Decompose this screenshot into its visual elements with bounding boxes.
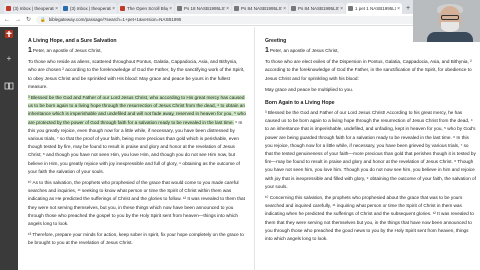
lock-icon: 🔒: [40, 16, 46, 22]
compare-icon[interactable]: [4, 81, 14, 91]
highlighted-verses: ³ Blessed be the God and Father of our L…: [28, 95, 246, 125]
tab-close-icon[interactable]: ×: [55, 6, 58, 12]
reload-icon[interactable]: ↻: [26, 16, 31, 23]
forward-icon[interactable]: →: [15, 17, 21, 23]
browser-tab[interactable]: Ps 18 NASB1995LSV ×: [175, 3, 231, 14]
passage-column-esv: Greeting 1Peter, an apostle of Jesus Chr…: [265, 27, 477, 270]
tab-label: Ps 84 NASB1995LSV: [241, 6, 283, 11]
browser-tab[interactable]: Ps 84 NASB1995LSV ×: [232, 3, 288, 14]
browser-tab[interactable]: (3) Inbox | theoperation×: [4, 3, 60, 14]
tab-favicon-icon: [63, 6, 68, 11]
tab-close-icon[interactable]: ×: [397, 6, 400, 12]
tab-label: Ps 18 NASB1995LSV: [184, 6, 226, 11]
tab-label: (3) Inbox | theoperation: [70, 6, 111, 11]
tab-favicon-icon: [6, 6, 11, 11]
tab-favicon-icon: [348, 6, 353, 11]
browser-tab[interactable]: Ps 84 NASB1995LSV ×: [289, 3, 345, 14]
verse-paragraph: ³ Blessed be the God and Father of our L…: [28, 95, 246, 174]
tab-favicon-icon: [234, 6, 239, 11]
webcam-overlay: [413, 0, 480, 42]
tab-close-icon[interactable]: ×: [169, 6, 172, 12]
column-divider: [254, 27, 255, 270]
tab-close-icon[interactable]: ×: [283, 6, 286, 12]
tab-label: Ps 84 NASB1995LSV: [298, 6, 340, 11]
plus-icon[interactable]: +: [4, 53, 14, 63]
verse-paragraph: To those who reside as aliens, scattered…: [28, 59, 245, 89]
passage-content: A Living Hope, and a Sure Salvation 1Pet…: [18, 27, 480, 270]
bible-sidebar: +: [0, 27, 18, 270]
back-icon[interactable]: ←: [4, 17, 10, 23]
tab-close-icon[interactable]: ×: [112, 6, 115, 12]
tab-close-icon[interactable]: ×: [340, 6, 343, 12]
browser-tab[interactable]: (3) Inbox | theoperation×: [61, 3, 117, 14]
browser-tab[interactable]: The Open Scroll Blog ×: [118, 3, 174, 14]
verse-paragraph: 1Peter, an apostle of Jesus Christ,: [28, 47, 102, 54]
tab-bar: (3) Inbox | theoperation×(3) Inbox | the…: [0, 0, 480, 14]
verse-paragraph: ³ Blessed be the God and Father of our L…: [265, 110, 476, 189]
verse-paragraph: 1Peter, an apostle of Jesus Christ,: [265, 47, 339, 54]
address-bar: ← → ↻ 🔒 biblegateway.com/passage/?search…: [0, 14, 480, 26]
bible-gateway-icon[interactable]: [4, 29, 14, 39]
browser-tab[interactable]: 1 pet 1 NASB1995LSV×: [346, 3, 402, 14]
verse-paragraph: To those who are elect exiles of the Dis…: [265, 59, 472, 81]
tab-favicon-icon: [291, 6, 296, 11]
tab-label: 1 pet 1 NASB1995LSV: [355, 6, 396, 11]
section-heading: A Living Hope, and a Sure Salvation: [28, 38, 117, 44]
browser-window: (3) Inbox | theoperation×(3) Inbox | the…: [0, 0, 480, 270]
verse-paragraph: ¹⁰ Concerning this salvation, the prophe…: [265, 195, 474, 242]
section-subheading: Born Again to a Living Hope: [265, 100, 335, 107]
passage-column-nasb: A Living Hope, and a Sure Salvation 1Pet…: [28, 27, 246, 270]
verse-paragraph: ¹³ Therefore, prepare your minds for act…: [28, 232, 244, 246]
new-tab-button[interactable]: +: [406, 5, 410, 12]
tab-label: The Open Scroll Blog: [127, 6, 169, 11]
tab-label: (3) Inbox | theoperation: [13, 6, 54, 11]
url-text: biblegateway.com/passage/?search=1+pet+1…: [48, 17, 182, 22]
tab-favicon-icon: [177, 6, 182, 11]
verse-paragraph: ¹⁰ As to this salvation, the prophets wh…: [28, 180, 245, 227]
verse-paragraph: May grace and peace be multiplied to you…: [265, 86, 354, 92]
url-field[interactable]: 🔒 biblegateway.com/passage/?search=1+pet…: [36, 15, 416, 24]
tab-favicon-icon: [120, 6, 125, 11]
tab-close-icon[interactable]: ×: [226, 6, 229, 12]
